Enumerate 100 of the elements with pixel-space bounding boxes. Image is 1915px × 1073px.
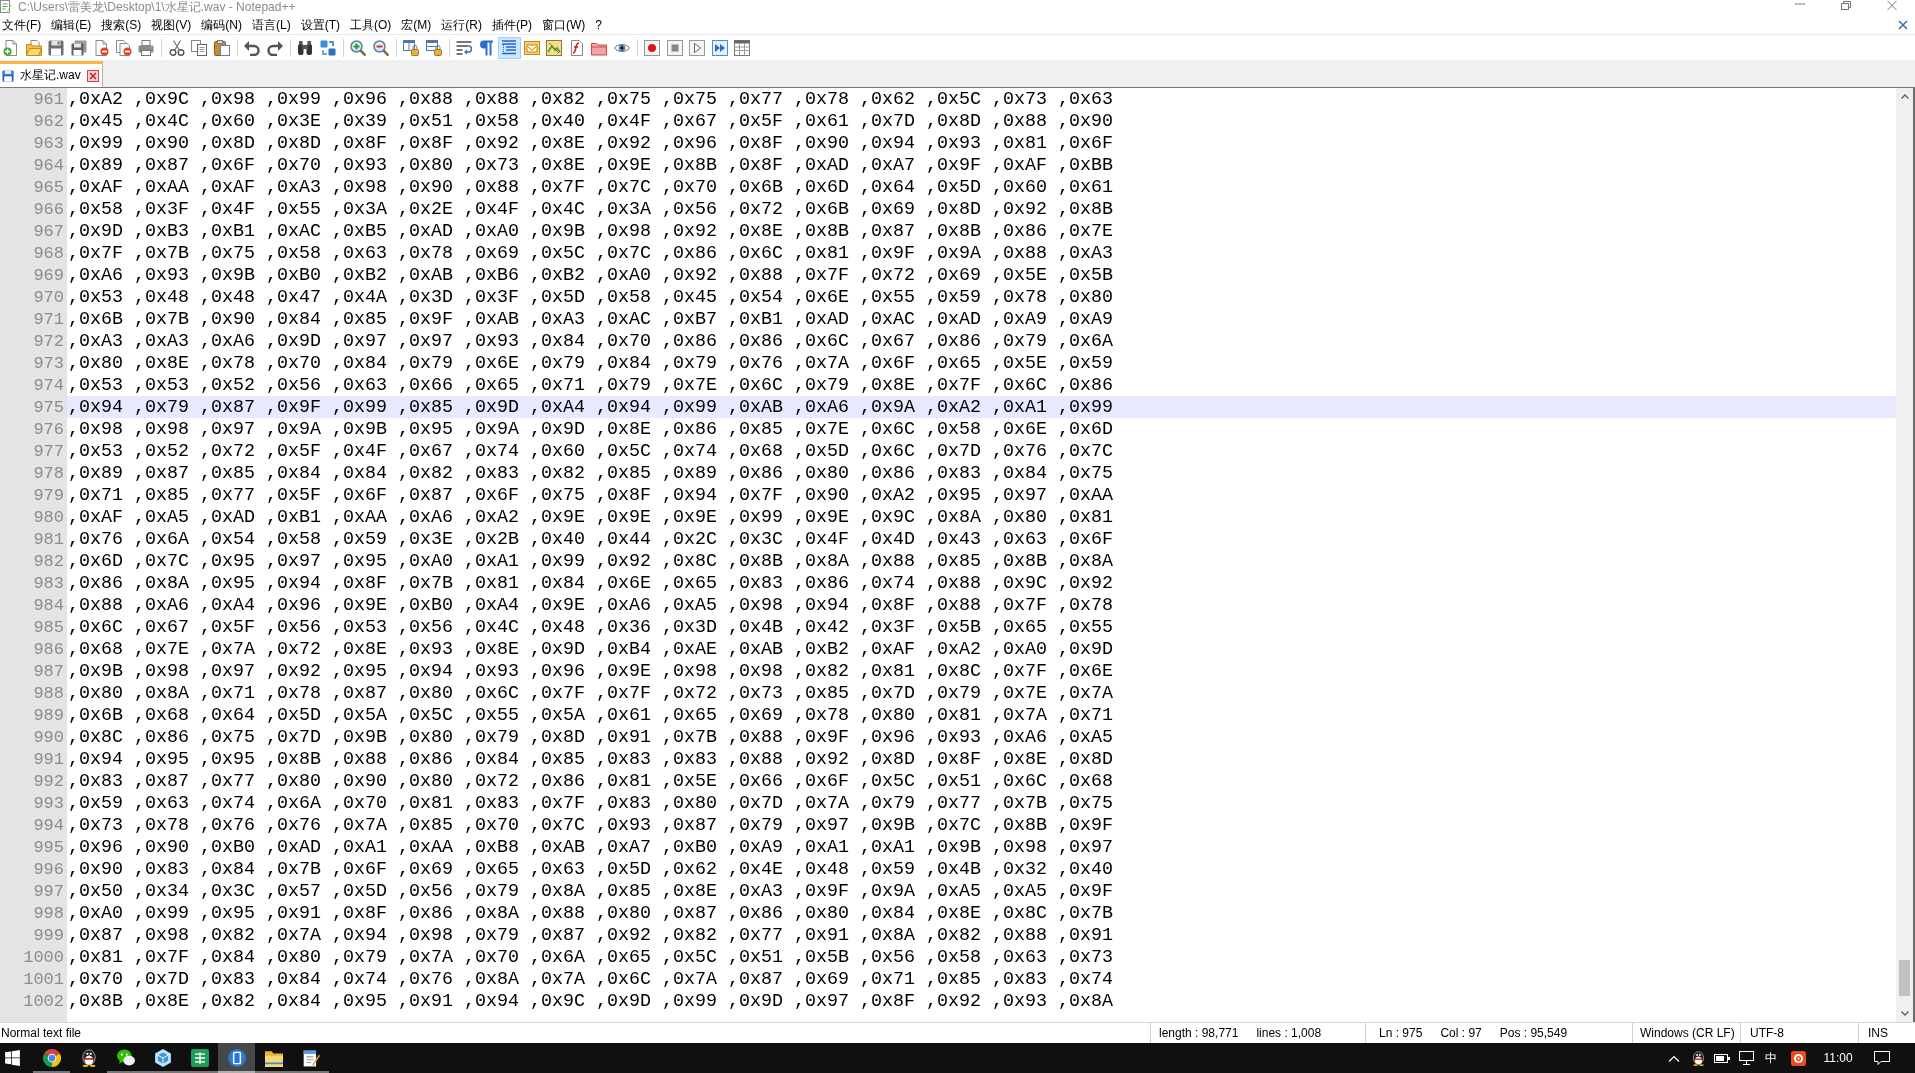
notification-icon[interactable] [1874, 1051, 1890, 1065]
line-number: 971 [33, 309, 64, 329]
code-line: ,0x53 ,0x53 ,0x52 ,0x56 ,0x63 ,0x66 ,0x65 ,0x71 ,0x79 ,0x7E ,0x6C ,0x79 ,0x8E ,0x7F ,0x6C ,0x86 [68, 374, 1113, 396]
undo-icon [244, 39, 261, 56]
code-line: ,0x8B ,0x8E ,0x82 ,0x84 ,0x95 ,0x91 ,0x94 ,0x9C ,0x9D ,0x99 ,0x9D ,0x97 ,0x8F ,0x92 ,0x93 ,0x8A [68, 990, 1113, 1012]
file-type-label: Normal text file [1, 1026, 82, 1040]
line-number: 961 [33, 89, 64, 109]
encoding-label: UTF-8 [1750, 1026, 1784, 1040]
menu-item[interactable]: 宏(M) [399, 15, 440, 34]
line-position-label: Ln : 975 [1379, 1026, 1423, 1040]
code-line: ,0x9D ,0xB3 ,0xB1 ,0xAC ,0xB5 ,0xAD ,0xA0 ,0x9B ,0x98 ,0x92 ,0x8E ,0x8B ,0x87 ,0x8B ,0x86 ,0x7E [68, 220, 1113, 242]
menu-item[interactable]: 运行(R) [439, 15, 490, 34]
menu-item[interactable]: 工具(O) [348, 15, 400, 34]
code-line: ,0x70 ,0x7D ,0x83 ,0x84 ,0x74 ,0x76 ,0x8A ,0x7A ,0x6C ,0x7A ,0x87 ,0x69 ,0x71 ,0x85 ,0x83 ,0x74 [68, 968, 1113, 990]
menu-item[interactable]: 编码(N) [199, 15, 250, 34]
code-line: ,0x45 ,0x4C ,0x60 ,0x3E ,0x39 ,0x51 ,0x58 ,0x40 ,0x4F ,0x67 ,0x5F ,0x61 ,0x7D ,0x8D ,0x88 ,0x90 [68, 110, 1113, 132]
play-icon [689, 39, 706, 56]
code-line: ,0x71 ,0x85 ,0x77 ,0x5F ,0x6F ,0x87 ,0x6F ,0x75 ,0x8F ,0x94 ,0x7F ,0x90 ,0xA2 ,0x95 ,0x97 ,0xAA [68, 484, 1113, 506]
line-number: 987 [33, 661, 64, 681]
menu-item[interactable]: 搜索(S) [99, 15, 150, 34]
menu-item[interactable]: 设置(T) [298, 15, 348, 34]
grid-icon [734, 39, 751, 56]
grid-tile-icon[interactable] [190, 1049, 209, 1067]
code-line: ,0xAF ,0xAA ,0xAF ,0xA3 ,0x98 ,0x90 ,0x88 ,0x7F ,0x7C ,0x70 ,0x6B ,0x6D ,0x64 ,0x5D ,0x60 ,0x61 [68, 176, 1113, 198]
taskbar-app-button[interactable] [218, 1043, 255, 1073]
code-line: ,0x88 ,0xA6 ,0xA4 ,0x96 ,0x9E ,0xB0 ,0xA4 ,0x9E ,0xA6 ,0xA5 ,0x98 ,0x94 ,0x8F ,0x88 ,0x7F ,0x78 [68, 594, 1113, 616]
battery-icon[interactable] [1714, 1053, 1730, 1063]
word-wrap-icon [456, 39, 473, 56]
record-icon [644, 39, 661, 56]
window-panel-icon [523, 39, 540, 56]
line-number: 991 [33, 749, 64, 769]
chevron-up-icon[interactable] [1668, 1054, 1680, 1062]
insert-mode-label: INS [1868, 1026, 1888, 1040]
redo-icon [266, 39, 283, 56]
code-line: ,0x87 ,0x98 ,0x82 ,0x7A ,0x94 ,0x98 ,0x79 ,0x87 ,0x92 ,0x82 ,0x77 ,0x91 ,0x8A ,0x82 ,0x88 ,0x91 [68, 924, 1113, 946]
menu-item[interactable]: 编辑(E) [49, 15, 100, 34]
column-position-label: Col : 97 [1440, 1026, 1482, 1040]
monitor-icon[interactable] [1738, 1051, 1754, 1065]
code-line: ,0x89 ,0x87 ,0x85 ,0x84 ,0x84 ,0x82 ,0x83 ,0x82 ,0x85 ,0x89 ,0x86 ,0x80 ,0x86 ,0x83 ,0x84 ,0x75 [68, 462, 1113, 484]
line-number: 990 [33, 727, 64, 747]
print-icon [138, 39, 155, 56]
code-line: ,0x6D ,0x7C ,0x95 ,0x97 ,0x95 ,0xA0 ,0xA1 ,0x99 ,0x92 ,0x8C ,0x8B ,0x8A ,0x88 ,0x85 ,0x8B ,0x8A [68, 550, 1113, 572]
code-line: ,0x83 ,0x87 ,0x77 ,0x80 ,0x90 ,0x80 ,0x72 ,0x86 ,0x81 ,0x5E ,0x66 ,0x6F ,0x5C ,0x51 ,0x6C ,0x68 [68, 770, 1113, 792]
line-number: 969 [33, 265, 64, 285]
vertical-scrollbar[interactable] [1896, 88, 1913, 1022]
code-line: ,0x96 ,0x90 ,0xB0 ,0xAD ,0xA1 ,0xAA ,0xB8 ,0xAB ,0xA7 ,0xB0 ,0xA9 ,0xA1 ,0xA1 ,0x9B ,0x98 ,0x97 [68, 836, 1113, 858]
save-all-icon [70, 39, 87, 56]
position-label: Pos : 95,549 [1499, 1026, 1568, 1040]
code-line: ,0x50 ,0x34 ,0x3C ,0x57 ,0x5D ,0x56 ,0x79 ,0x8A ,0x85 ,0x8E ,0xA3 ,0x9F ,0x9A ,0xA5 ,0xA5 ,0x9F [68, 880, 1113, 902]
length-label: length : 98,771 [1159, 1026, 1239, 1040]
line-number: 995 [33, 837, 64, 857]
line-number: 980 [33, 507, 64, 527]
penguin-icon[interactable] [79, 1049, 98, 1067]
browser-icon[interactable] [42, 1049, 61, 1067]
penguin-icon[interactable] [1690, 1050, 1706, 1066]
phone-icon[interactable] [227, 1049, 246, 1067]
code-line: ,0x53 ,0x48 ,0x48 ,0x47 ,0x4A ,0x3D ,0x3F ,0x5D ,0x58 ,0x45 ,0x54 ,0x6E ,0x55 ,0x59 ,0x78 ,0x80 [68, 286, 1113, 308]
menu-item[interactable]: 视图(V) [149, 15, 200, 34]
function-icon [568, 39, 585, 56]
clock[interactable]: 11:00 [1823, 1051, 1853, 1065]
scroll-down-icon[interactable] [1900, 1011, 1909, 1016]
file-tab[interactable]: 水星记.wav [0, 61, 103, 87]
line-number: 993 [33, 793, 64, 813]
close-tab-icon[interactable] [86, 69, 99, 82]
code-line: ,0x80 ,0x8A ,0x71 ,0x78 ,0x87 ,0x80 ,0x6C ,0x7F ,0x7F ,0x72 ,0x73 ,0x85 ,0x7D ,0x79 ,0x7E ,0x7A [68, 682, 1113, 704]
menu-item[interactable]: 语言(L) [250, 15, 299, 34]
input-method-icon[interactable] [1790, 1050, 1806, 1066]
code-line: ,0x94 ,0x95 ,0x95 ,0x8B ,0x88 ,0x86 ,0x84 ,0x85 ,0x83 ,0x83 ,0x88 ,0x92 ,0x8D ,0x8F ,0x8E ,0x8D [68, 748, 1113, 770]
code-line: ,0x6C ,0x67 ,0x5F ,0x56 ,0x53 ,0x56 ,0x4C ,0x48 ,0x36 ,0x3D ,0x4B ,0x42 ,0x3F ,0x5B ,0x65 ,0x55 [68, 616, 1113, 638]
save-icon [48, 39, 65, 56]
code-line: ,0x90 ,0x83 ,0x84 ,0x7B ,0x6F ,0x69 ,0x65 ,0x63 ,0x5D ,0x62 ,0x4E ,0x48 ,0x59 ,0x4B ,0x32 ,0x40 [68, 858, 1113, 880]
line-number: 996 [33, 859, 64, 879]
scrollbar-thumb[interactable] [1899, 960, 1910, 996]
code-line: ,0xA6 ,0x93 ,0x9B ,0xB0 ,0xB2 ,0xAB ,0xB6 ,0xB2 ,0xA0 ,0x92 ,0x88 ,0x7F ,0x72 ,0x69 ,0x5E ,0x5B [68, 264, 1113, 286]
line-number: 972 [33, 331, 64, 351]
code-line: ,0x73 ,0x78 ,0x76 ,0x76 ,0x7A ,0x85 ,0x70 ,0x7C ,0x93 ,0x87 ,0x79 ,0x97 ,0x9B ,0x7C ,0x8B ,0x9F [68, 814, 1113, 836]
save-icon [2, 69, 14, 82]
scroll-up-icon[interactable] [1900, 94, 1909, 99]
notepad-icon[interactable] [301, 1049, 320, 1067]
code-line: ,0x68 ,0x7E ,0x7A ,0x72 ,0x8E ,0x93 ,0x8E ,0x9D ,0xB4 ,0xAE ,0xAB ,0xB2 ,0xAF ,0xA2 ,0xA0 ,0x9D [68, 638, 1113, 660]
chat-bubbles-icon[interactable] [116, 1049, 135, 1067]
indent-guide-button[interactable] [498, 36, 521, 59]
menu-item[interactable]: 窗口(W) [540, 15, 594, 34]
restore-icon[interactable] [1841, 1, 1851, 10]
line-number: 979 [33, 485, 64, 505]
folder-icon[interactable] [264, 1049, 283, 1067]
line-number: 968 [33, 243, 64, 263]
code-line: ,0xA3 ,0xA3 ,0xA6 ,0x9D ,0x97 ,0x97 ,0x93 ,0x84 ,0x70 ,0x86 ,0x86 ,0x6C ,0x67 ,0x86 ,0x79 ,0x6A [68, 330, 1113, 352]
input-language-indicator[interactable]: 中 [1764, 1051, 1777, 1065]
code-line: ,0x58 ,0x3F ,0x4F ,0x55 ,0x3A ,0x2E ,0x4F ,0x4C ,0x3A ,0x56 ,0x72 ,0x6B ,0x69 ,0x8D ,0x92 ,0x8B [68, 198, 1113, 220]
menu-item[interactable]: ? [593, 15, 610, 34]
menu-item[interactable]: 插件(P) [490, 15, 540, 34]
cube-icon[interactable] [153, 1049, 172, 1067]
close-icon[interactable] [1898, 19, 1908, 30]
code-line: ,0x76 ,0x6A ,0x54 ,0x58 ,0x59 ,0x3E ,0x2B ,0x40 ,0x44 ,0x2C ,0x3C ,0x4F ,0x4D ,0x43 ,0x63 ,0x6F [68, 528, 1113, 550]
menu-item[interactable]: 文件(F) [0, 15, 50, 34]
line-number: 967 [33, 221, 64, 241]
code-line: ,0x86 ,0x8A ,0x95 ,0x94 ,0x8F ,0x7B ,0x81 ,0x84 ,0x6E ,0x65 ,0x83 ,0x86 ,0x74 ,0x88 ,0x9C ,0x92 [68, 572, 1113, 594]
code-line: ,0x8C ,0x86 ,0x75 ,0x7D ,0x9B ,0x80 ,0x79 ,0x8D ,0x91 ,0x7B ,0x88 ,0x9F ,0x96 ,0x93 ,0xA6 ,0xA5 [68, 726, 1113, 748]
code-line: ,0xA0 ,0x99 ,0x95 ,0x91 ,0x8F ,0x86 ,0x8A ,0x88 ,0x80 ,0x87 ,0x86 ,0x80 ,0x84 ,0x8E ,0x8C ,0x7B [68, 902, 1113, 924]
